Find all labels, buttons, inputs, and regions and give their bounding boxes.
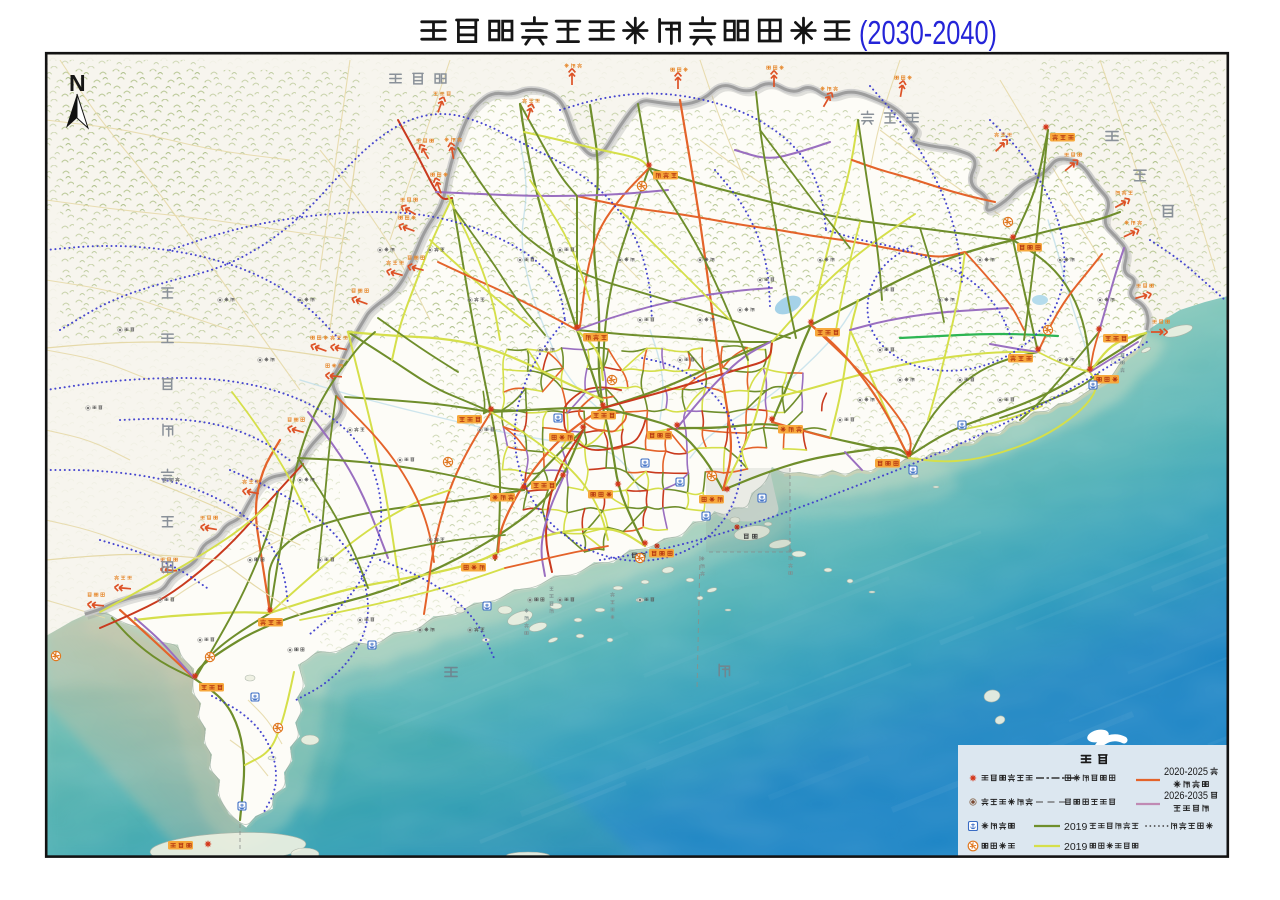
svg-text:2019: 2019 <box>1064 821 1088 833</box>
svg-text:2026-2035: 2026-2035 <box>1164 790 1208 802</box>
svg-text:2019: 2019 <box>1064 841 1088 853</box>
svg-text:(2030-2040): (2030-2040) <box>859 14 997 51</box>
svg-text:N: N <box>69 70 86 96</box>
svg-text:2020-2025: 2020-2025 <box>1164 766 1208 778</box>
